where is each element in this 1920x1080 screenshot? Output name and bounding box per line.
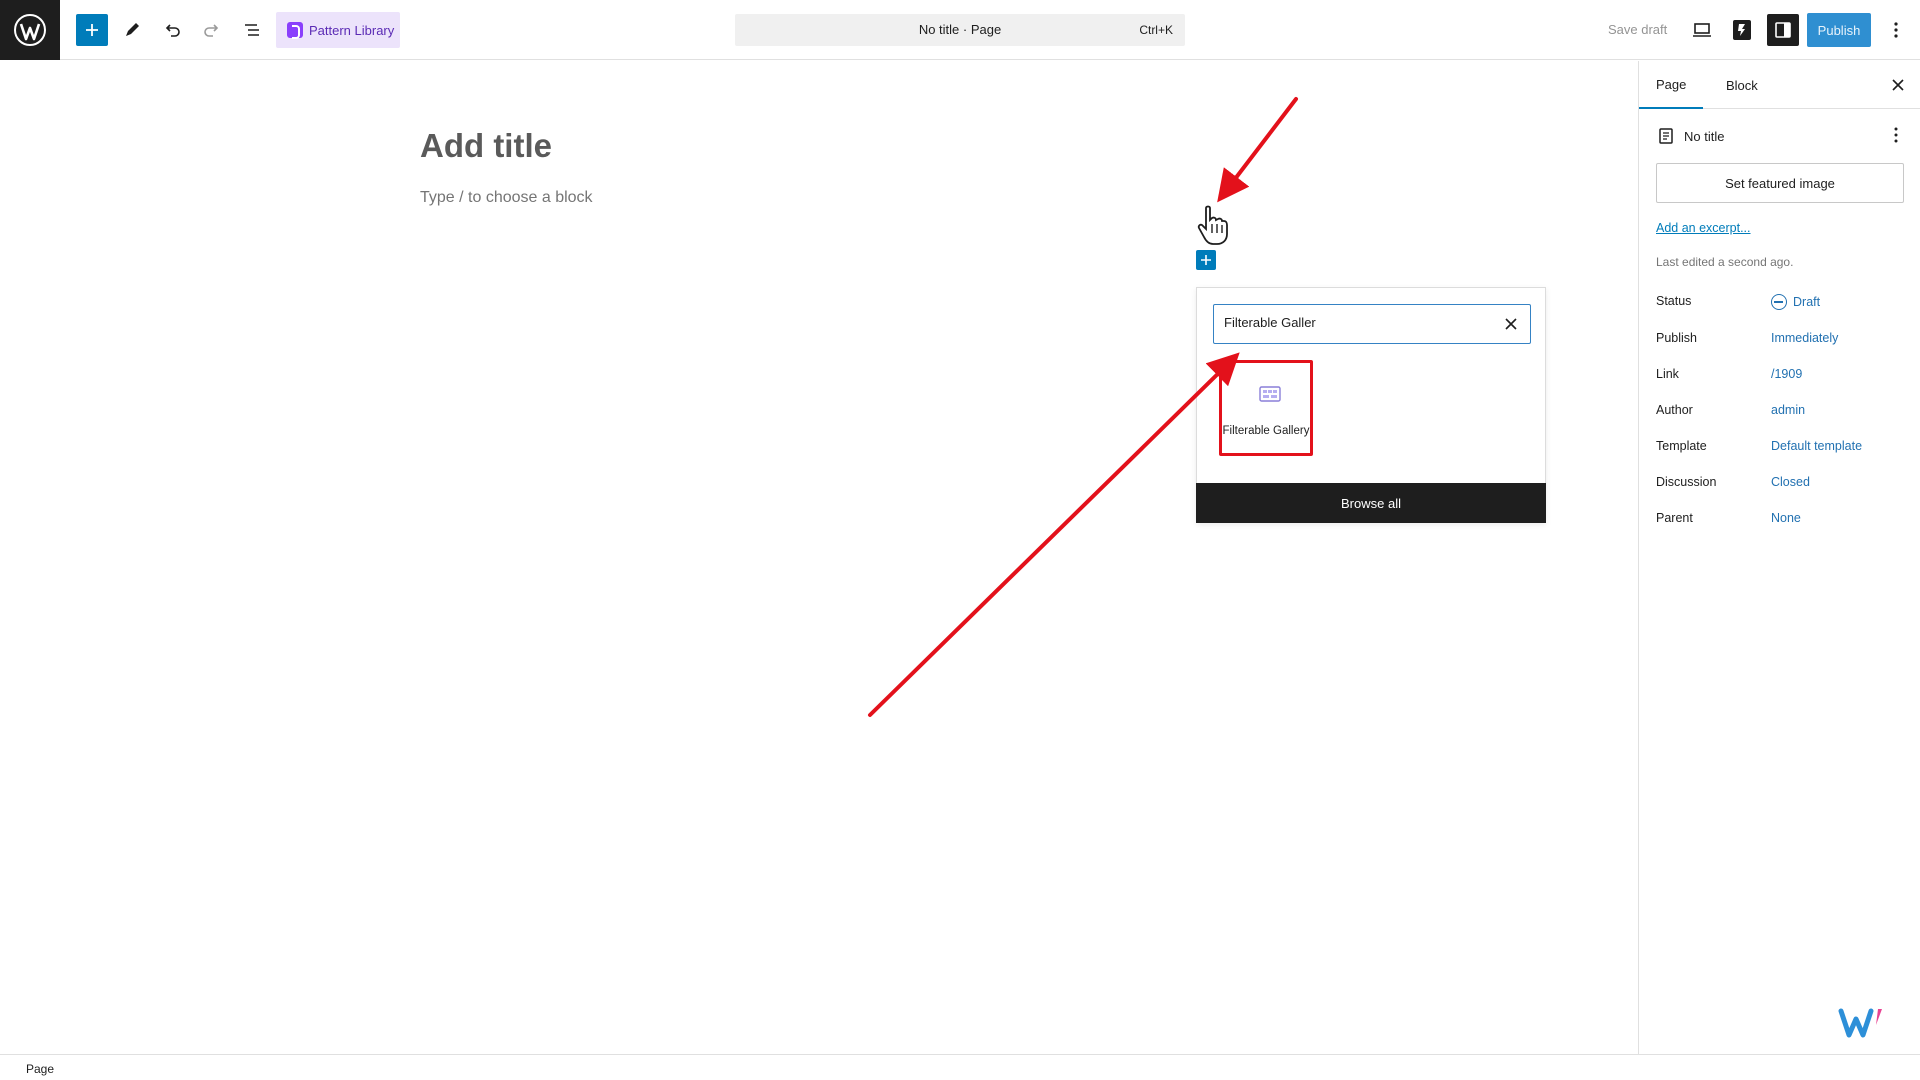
browse-all-button[interactable]: Browse all [1196,483,1546,523]
options-menu-button[interactable] [1880,14,1912,46]
add-block-button[interactable] [1196,250,1216,270]
more-vertical-icon[interactable] [1886,125,1906,145]
gallery-block-icon [1259,386,1281,402]
pattern-library-button[interactable]: Pattern Library [276,12,400,48]
meta-key: Author [1656,403,1693,417]
editor-header: Pattern Library No title · Page Ctrl+K S… [0,0,1920,60]
author-toggle[interactable]: admin [1771,403,1805,417]
document-command-bar[interactable]: No title · Page Ctrl+K [735,14,1185,46]
wordpress-logo-icon[interactable] [0,0,60,60]
block-plugin-button[interactable] [1726,14,1758,46]
desktop-preview-icon [1693,23,1711,37]
more-vertical-icon [1894,22,1898,38]
meta-key: Link [1656,367,1679,381]
block-plugin-icon [1733,20,1751,40]
meta-row-status: Status Draft [1656,292,1906,312]
set-featured-image-button[interactable]: Set featured image [1656,163,1904,203]
meta-key: Template [1656,439,1707,453]
list-view-icon [245,24,259,36]
pattern-library-icon [287,22,303,39]
publish-date-toggle[interactable]: Immediately [1771,331,1838,345]
default-block-appender[interactable]: Type / to choose a block [420,189,593,207]
redo-button[interactable] [196,14,228,46]
meta-key: Status [1656,294,1692,308]
quick-inserter-popover: Filterable Gallery Browse all [1196,287,1546,523]
tab-block[interactable]: Block [1709,61,1775,109]
draft-status-icon [1771,294,1787,310]
block-search-field[interactable] [1213,304,1531,344]
undo-button[interactable] [156,14,188,46]
permalink-toggle[interactable]: /1909 [1771,367,1802,381]
meta-key: Discussion [1656,475,1717,489]
block-search-input[interactable] [1224,315,1484,330]
add-excerpt-link[interactable]: Add an excerpt... [1656,221,1751,235]
close-icon[interactable] [1887,74,1909,96]
breadcrumb-item[interactable]: Page [26,1062,54,1076]
last-edited-text: Last edited a second ago. [1656,255,1794,269]
meta-row-discussion: Discussion Closed [1656,473,1906,493]
status-value: Draft [1793,295,1821,309]
w-brand-logo [1838,1008,1882,1038]
document-summary: No title [1657,125,1907,147]
publish-button[interactable]: Publish [1807,13,1871,47]
meta-row-template: Template Default template [1656,437,1906,457]
parent-toggle[interactable]: None [1771,511,1801,525]
page-icon [1659,128,1673,144]
post-title-field[interactable]: Add title [420,127,552,165]
pencil-icon [126,23,139,36]
document-summary-title: No title [1684,128,1725,144]
tools-button[interactable] [116,14,148,46]
close-icon[interactable] [1504,317,1518,331]
template-toggle[interactable]: Default template [1771,439,1862,453]
plus-icon [1201,255,1211,265]
settings-sidebar-button[interactable] [1767,14,1799,46]
settings-sidebar: Page Block No title Set featured image A… [1638,61,1920,1054]
meta-row-parent: Parent None [1656,509,1906,529]
preview-button[interactable] [1686,14,1718,46]
list-view-button[interactable] [236,14,268,46]
pattern-library-label: Pattern Library [309,22,395,38]
filterable-gallery-block-option[interactable]: Filterable Gallery [1219,360,1313,456]
meta-row-author: Author admin [1656,401,1906,421]
discussion-toggle[interactable]: Closed [1771,475,1810,489]
block-breadcrumb-bar: Page [0,1054,1920,1080]
plus-icon [86,24,98,36]
document-title: No title · Page [918,22,1002,37]
meta-key: Publish [1656,331,1697,345]
command-shortcut: Ctrl+K [1139,23,1173,37]
meta-row-publish: Publish Immediately [1656,329,1906,349]
save-draft-button[interactable]: Save draft [1608,22,1667,37]
tab-page[interactable]: Page [1639,61,1704,109]
redo-icon [204,24,219,37]
sidebar-tabs: Page Block [1639,61,1920,109]
meta-row-link: Link /1909 [1656,365,1906,385]
block-option-label: Filterable Gallery [1222,425,1310,437]
meta-key: Parent [1656,511,1693,525]
editor-canvas: Add title Type / to choose a block Filte… [0,61,1638,1054]
settings-sidebar-icon [1775,22,1791,38]
status-toggle[interactable]: Draft [1771,294,1820,310]
undo-icon [165,24,180,37]
block-inserter-button[interactable] [76,14,108,46]
